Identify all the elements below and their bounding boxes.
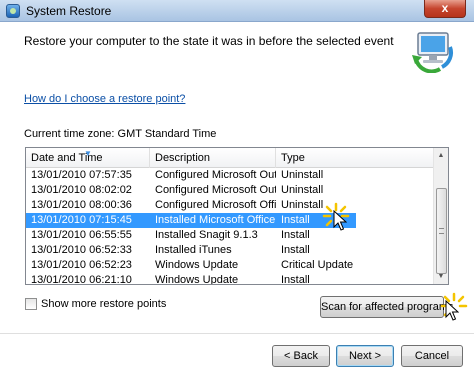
cell-date: 13/01/2010 08:02:02 (31, 184, 132, 196)
cell-date: 13/01/2010 06:52:33 (31, 244, 132, 256)
cell-date: 13/01/2010 08:00:36 (31, 199, 132, 211)
cell-date: 13/01/2010 06:55:55 (31, 229, 132, 241)
cell-type: Install (281, 274, 310, 285)
cell-description: Configured Microsoft Outlo... (155, 184, 276, 196)
system-restore-icon (6, 4, 20, 18)
vertical-scrollbar[interactable]: ▲ ▼ (433, 148, 448, 284)
scan-affected-programs-button[interactable]: Scan for affected programs (320, 296, 453, 318)
column-header-type[interactable]: Type (276, 148, 434, 168)
cell-type: Critical Update (281, 259, 354, 271)
mouse-pointer-icon (333, 210, 347, 231)
cell-description: Configured Microsoft Offic... (155, 199, 276, 211)
scroll-down-icon[interactable]: ▼ (434, 269, 448, 284)
close-button[interactable]: x (424, 0, 466, 18)
cell-date: 13/01/2010 07:57:35 (31, 169, 132, 181)
title-bar: System Restore x (0, 0, 474, 22)
cell-description: Installed Snagit 9.1.3 (155, 229, 258, 241)
cell-description: Installed iTunes (155, 244, 232, 256)
restore-point-list[interactable]: Date and Time ▼ Description Type 13/01/2… (25, 147, 449, 285)
table-row[interactable]: 13/01/2010 06:52:23 Windows Update Criti… (26, 258, 436, 273)
grip-icon (439, 228, 444, 234)
next-button[interactable]: Next > (336, 345, 394, 367)
cell-date: 13/01/2010 06:21:10 (31, 274, 132, 285)
page-heading: Restore your computer to the state it wa… (24, 34, 394, 48)
column-header-description[interactable]: Description (150, 148, 276, 168)
restore-monitor-icon (412, 32, 454, 73)
back-button[interactable]: < Back (272, 345, 330, 367)
table-row[interactable]: 13/01/2010 07:57:35 Configured Microsoft… (26, 168, 436, 183)
cell-type: Install (281, 244, 310, 256)
cell-description: Windows Update (155, 274, 239, 285)
cell-type: Uninstall (281, 184, 324, 196)
table-row[interactable]: 13/01/2010 06:55:55 Installed Snagit 9.1… (26, 228, 436, 243)
show-more-label: Show more restore points (41, 298, 167, 310)
help-link[interactable]: How do I choose a restore point? (24, 93, 185, 105)
cell-date: 13/01/2010 06:52:23 (31, 259, 132, 271)
footer-divider (0, 333, 474, 334)
cell-date: 13/01/2010 07:15:45 (26, 213, 150, 228)
cell-type: Uninstall (281, 169, 324, 181)
timezone-label: Current time zone: GMT Standard Time (24, 128, 217, 140)
cell-description: Installed Microsoft Office P... (150, 213, 276, 228)
cell-description: Configured Microsoft Outlo... (155, 169, 276, 181)
table-row[interactable]: 13/01/2010 06:21:10 Windows Update Insta… (26, 273, 436, 285)
table-row-selected[interactable]: 13/01/2010 07:15:45 Installed Microsoft … (26, 213, 436, 228)
scroll-up-icon[interactable]: ▲ (434, 148, 448, 163)
column-header-date[interactable]: Date and Time ▼ (26, 148, 150, 168)
show-more-checkbox[interactable] (25, 298, 37, 310)
scrollbar-thumb[interactable] (436, 188, 447, 274)
sort-arrow-icon: ▼ (84, 149, 92, 158)
table-header: Date and Time ▼ Description Type (26, 148, 434, 168)
cell-description: Windows Update (155, 259, 239, 271)
table-row[interactable]: 13/01/2010 06:52:33 Installed iTunes Ins… (26, 243, 436, 258)
table-row[interactable]: 13/01/2010 08:02:02 Configured Microsoft… (26, 183, 436, 198)
header: Restore your computer to the state it wa… (0, 22, 474, 78)
table-row[interactable]: 13/01/2010 08:00:36 Configured Microsoft… (26, 198, 436, 213)
table-rows: 13/01/2010 07:57:35 Configured Microsoft… (26, 168, 436, 285)
window-title: System Restore (26, 4, 112, 18)
mouse-pointer-icon (445, 300, 459, 321)
cancel-button[interactable]: Cancel (401, 345, 463, 367)
